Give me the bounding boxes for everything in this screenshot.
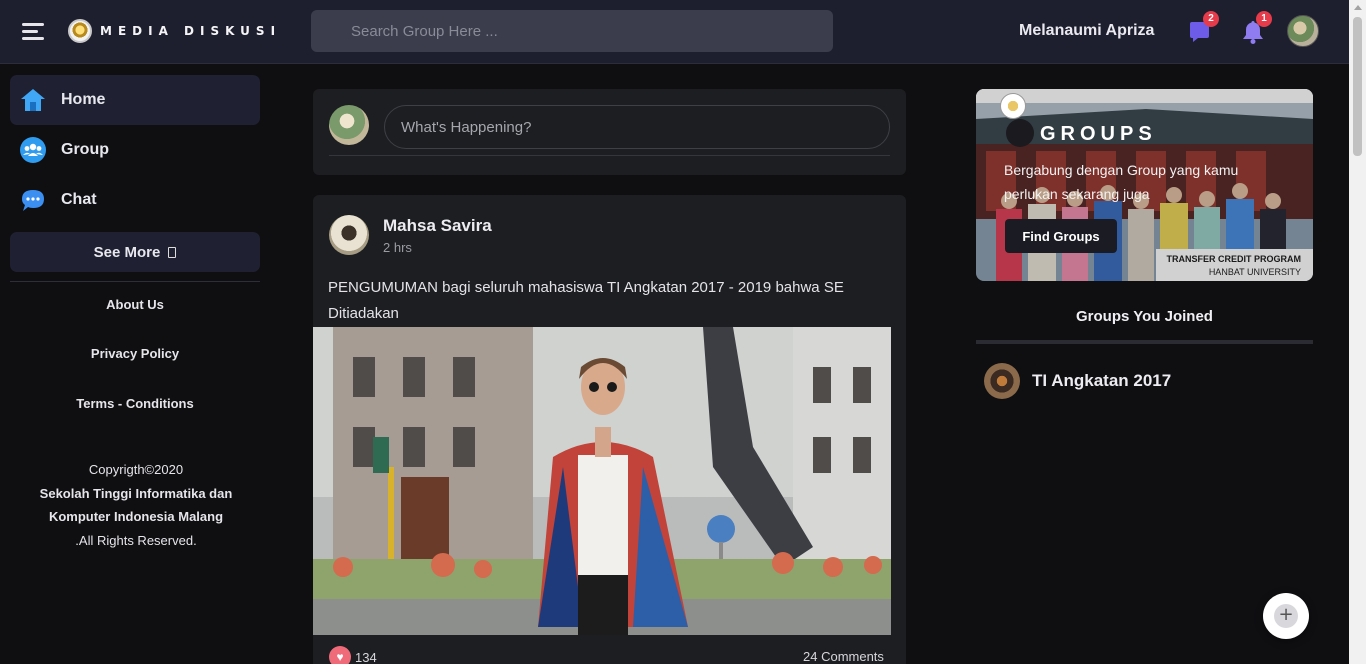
group-avatar (984, 363, 1020, 399)
sidebar-item-home[interactable]: Home (10, 75, 260, 125)
hamburger-menu-icon[interactable] (22, 22, 46, 42)
sidebar-divider (10, 281, 260, 282)
terms-conditions-link[interactable]: Terms - Conditions (10, 396, 260, 411)
groups-promo-card: GROUPS Bergabung dengan Group yang kamu … (976, 89, 1313, 281)
likes-count: 134 (355, 649, 377, 664)
sidebar-item-label: Home (61, 91, 106, 108)
copyright-line: Copyrigth©2020 (88, 462, 184, 477)
joined-group-item[interactable]: TI Angkatan 2017 (984, 363, 1171, 399)
chat-icon (20, 187, 46, 213)
notif-badge: 1 (1256, 11, 1272, 27)
post-composer (313, 89, 906, 175)
scroll-up-arrow-icon[interactable] (1354, 5, 1362, 10)
composer-avatar (329, 105, 369, 145)
comments-count-link[interactable]: 24 Comments (803, 649, 884, 664)
whats-happening-input[interactable] (384, 105, 890, 149)
see-more-label: See More (93, 243, 161, 261)
chat-badge: 2 (1203, 11, 1219, 27)
sidebar-item-label: Group (61, 141, 109, 158)
left-sidebar: Home Group Chat See More About Us Privac… (0, 65, 272, 664)
groups-joined-divider (976, 340, 1313, 344)
see-more-button[interactable]: See More (10, 232, 260, 272)
user-avatar[interactable] (1287, 15, 1319, 47)
post-reactions[interactable]: ♥ 134 (329, 646, 377, 664)
app-logo[interactable]: MEDIA DISKUSI (68, 19, 281, 43)
groups-title-dot (1006, 119, 1034, 147)
logo-emblem-icon (68, 19, 92, 43)
composer-divider (329, 155, 890, 156)
sidebar-item-chat[interactable]: Chat (10, 175, 260, 225)
post-author-avatar[interactable] (329, 215, 369, 255)
top-navbar: MEDIA DISKUSI Melanaumi Apriza 2 1 (0, 0, 1349, 64)
heart-icon[interactable]: ♥ (329, 646, 351, 664)
banner-university-text: HANBAT UNIVERSITY (1208, 267, 1301, 277)
privacy-policy-link[interactable]: Privacy Policy (10, 346, 260, 361)
group-icon (20, 137, 46, 163)
current-username[interactable]: Melanaumi Apriza (1019, 22, 1154, 40)
copyright-line: Sekolah Tinggi Informatika dan (39, 485, 233, 501)
groups-joined-title: Groups You Joined (1076, 308, 1213, 325)
about-us-link[interactable]: About Us (10, 297, 260, 312)
university-seal-icon (1000, 93, 1026, 119)
copyright-line: Komputer Indonesia Malang (48, 509, 224, 524)
copyright-text: Copyrigth©2020 Sekolah Tinggi Informatik… (10, 458, 262, 552)
find-groups-button[interactable]: Find Groups (1005, 219, 1117, 253)
home-icon (20, 87, 46, 113)
post-text: PENGUMUMAN bagi seluruh mahasiswa TI Ang… (328, 279, 844, 322)
floating-add-button[interactable]: + (1263, 593, 1309, 639)
bell-notification-icon[interactable]: 1 (1240, 11, 1272, 45)
feed-post: Mahsa Savira 2 hrs PENGUMUMAN bagi selur… (313, 195, 906, 664)
page-scrollbar[interactable] (1349, 0, 1366, 664)
groups-card-title: GROUPS (1040, 123, 1157, 145)
groups-card-subtitle: Bergabung dengan Group yang kamu perluka… (1004, 162, 1239, 202)
post-image[interactable] (313, 327, 891, 635)
plus-icon: + (1274, 604, 1298, 628)
sidebar-item-group[interactable]: Group (10, 125, 260, 175)
sidebar-item-label: Chat (61, 191, 97, 208)
see-more-icon (168, 246, 177, 258)
chat-notification-icon[interactable]: 2 (1187, 11, 1219, 45)
logo-text: MEDIA DISKUSI (100, 24, 282, 38)
copyright-line: .All Rights Reserved. (75, 532, 197, 548)
post-author-name[interactable]: Mahsa Savira (383, 216, 492, 236)
banner-program-text: TRANSFER CREDIT PROGRAM (1166, 254, 1302, 264)
group-name: TI Angkatan 2017 (1032, 371, 1172, 390)
search-input[interactable] (311, 10, 833, 52)
scrollbar-thumb[interactable] (1353, 17, 1362, 156)
post-timestamp: 2 hrs (383, 240, 412, 255)
